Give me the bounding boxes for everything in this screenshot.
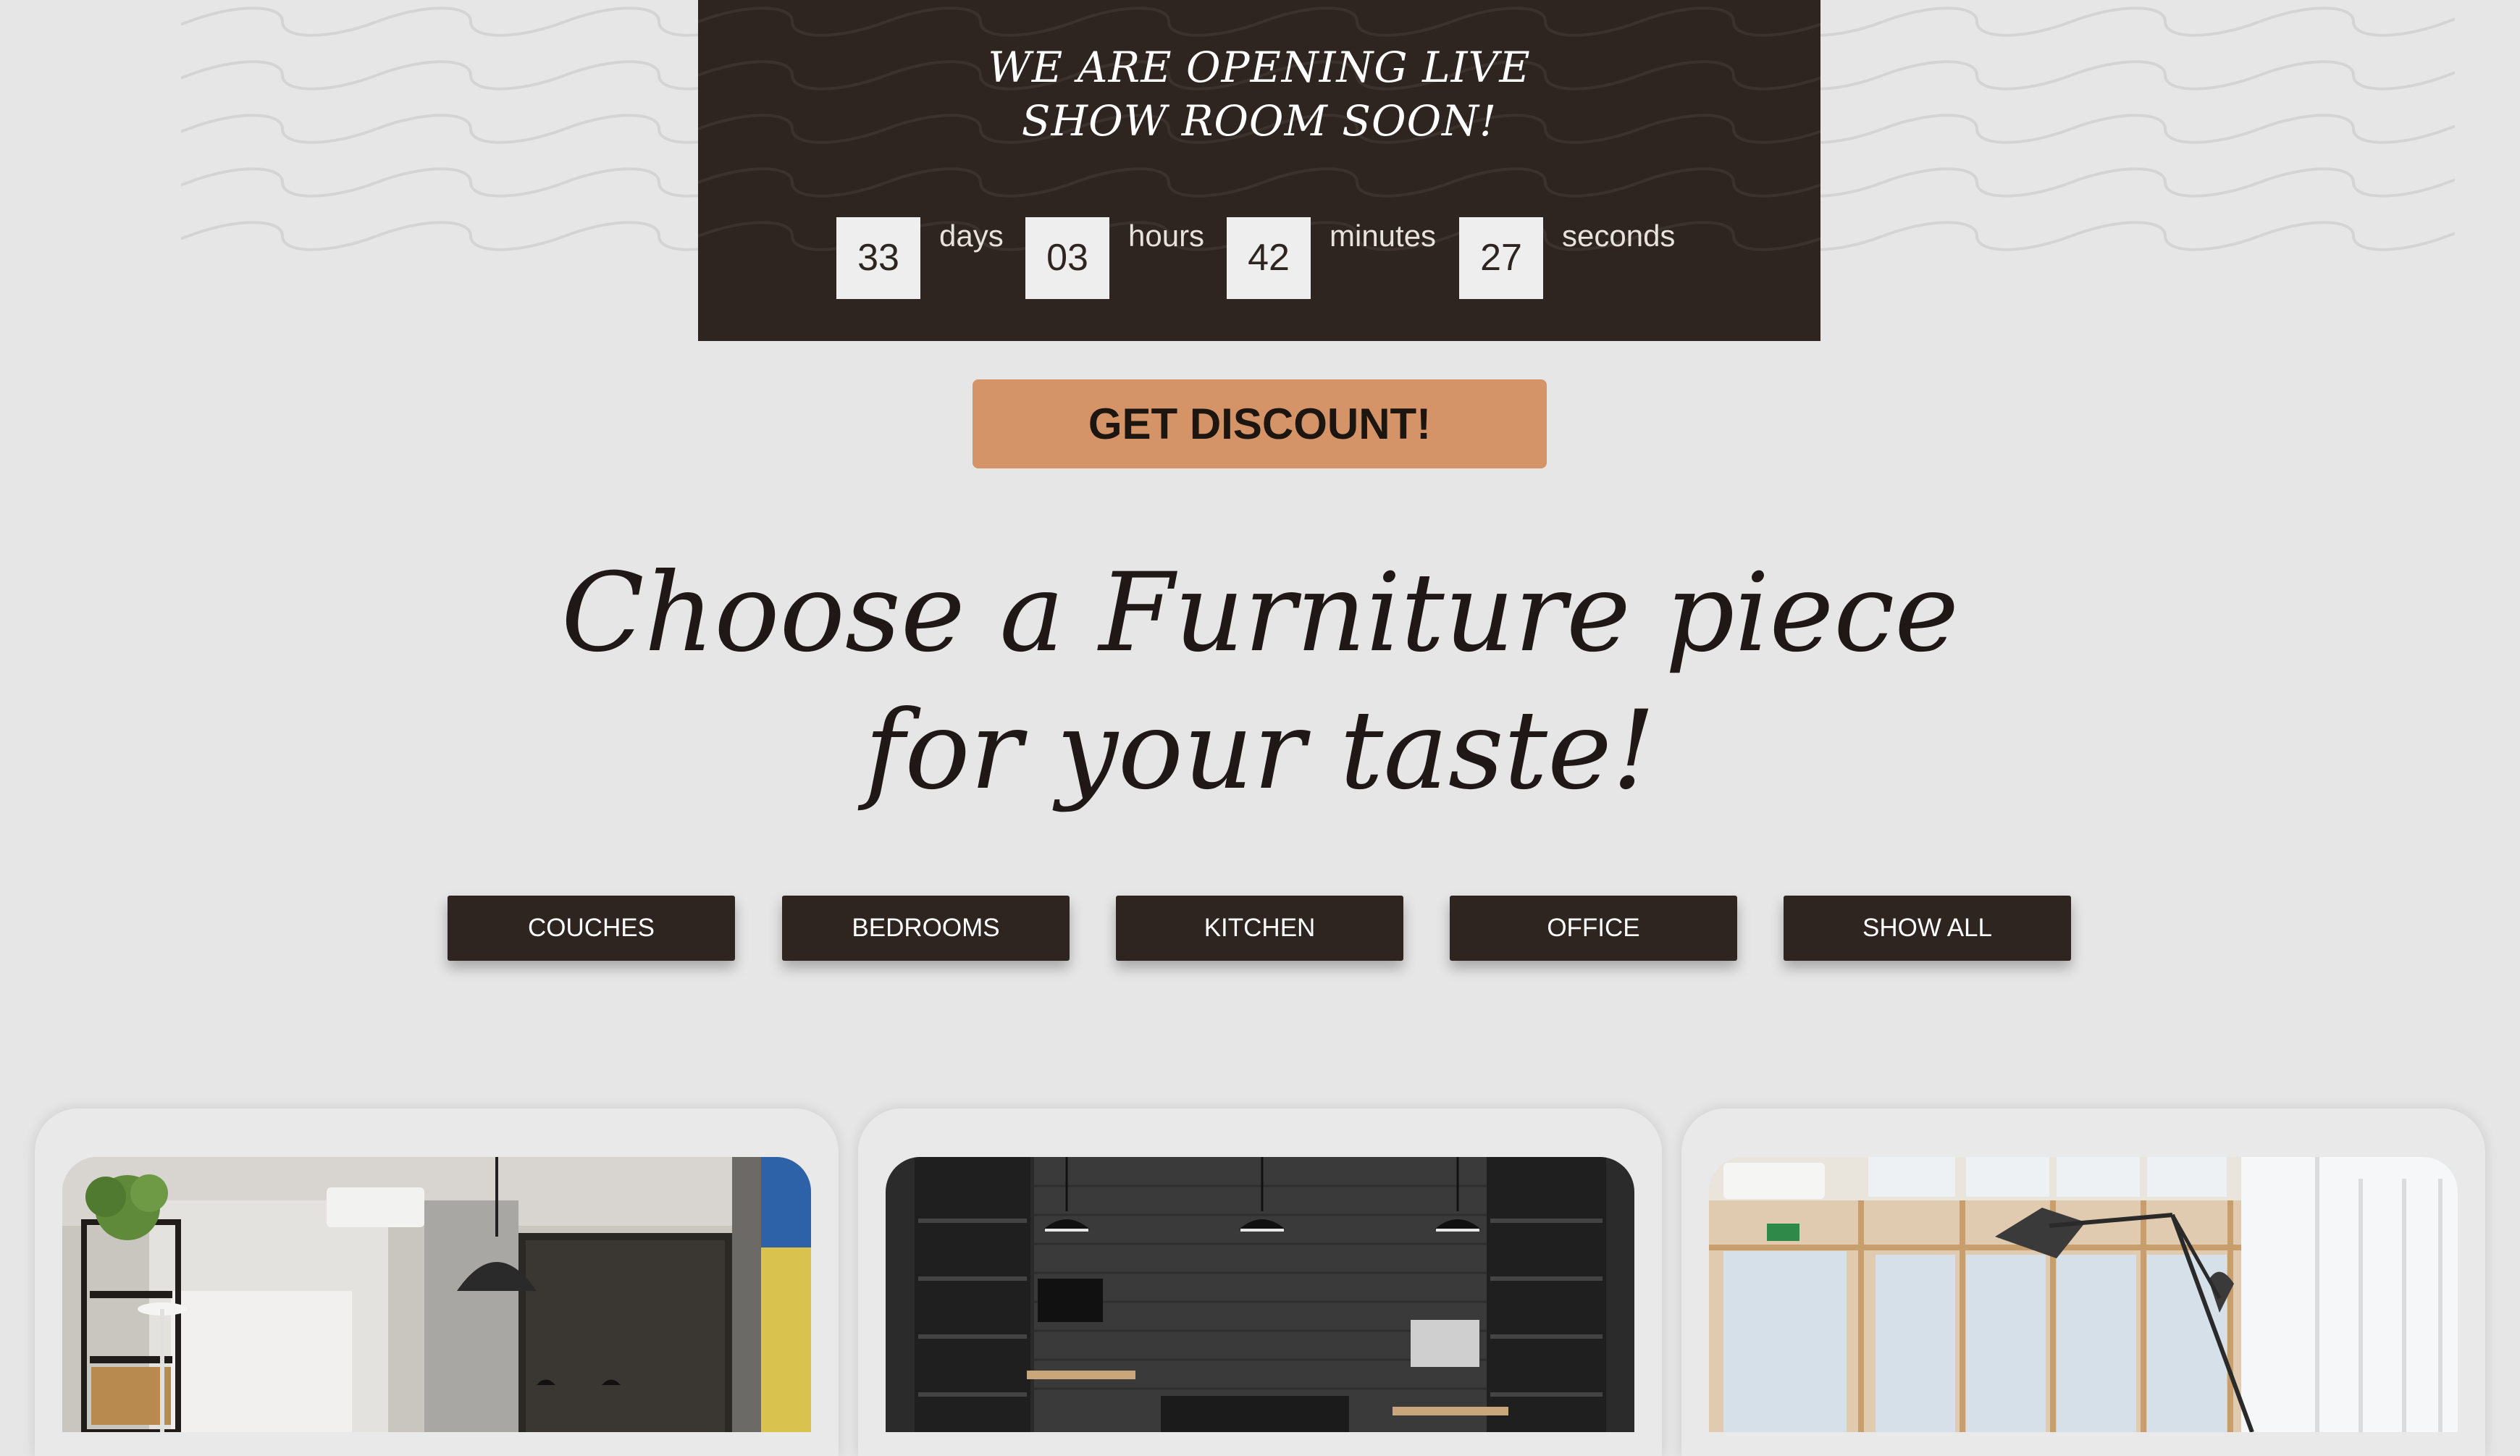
- category-couches-button[interactable]: COUCHES: [448, 896, 735, 961]
- countdown-banner: WE ARE OPENING LIVE SHOW ROOM SOON! 33 d…: [698, 0, 1820, 341]
- category-bedrooms-button[interactable]: BEDROOMS: [782, 896, 1070, 961]
- countdown-seconds-value: 27: [1459, 217, 1543, 299]
- bright-office-photo[interactable]: [1709, 1157, 2458, 1432]
- countdown-timer: 33 days 03 hours 42 minutes 27 seconds: [698, 216, 1820, 303]
- office-loft-photo[interactable]: [62, 1157, 811, 1432]
- category-show-all-button[interactable]: SHOW ALL: [1784, 896, 2071, 961]
- countdown-minutes-label: minutes: [1330, 219, 1437, 253]
- page-headline: Choose a Furniture piece for your taste!: [560, 550, 1960, 814]
- banner-title: WE ARE OPENING LIVE SHOW ROOM SOON!: [988, 43, 1531, 146]
- countdown-hours-label: hours: [1128, 219, 1205, 253]
- category-kitchen-button[interactable]: KITCHEN: [1116, 896, 1403, 961]
- product-card[interactable]: [858, 1108, 1662, 1456]
- get-discount-button[interactable]: GET DISCOUNT!: [973, 379, 1547, 468]
- countdown-days-label: days: [939, 219, 1004, 253]
- countdown-minutes-value: 42: [1227, 217, 1311, 299]
- category-office-button[interactable]: OFFICE: [1450, 896, 1737, 961]
- countdown-seconds-label: seconds: [1562, 219, 1676, 253]
- product-card[interactable]: [35, 1108, 839, 1456]
- dark-office-photo[interactable]: [886, 1157, 1634, 1432]
- countdown-hours-value: 03: [1025, 217, 1109, 299]
- countdown-days-value: 33: [836, 217, 920, 299]
- product-card[interactable]: [1681, 1108, 2485, 1456]
